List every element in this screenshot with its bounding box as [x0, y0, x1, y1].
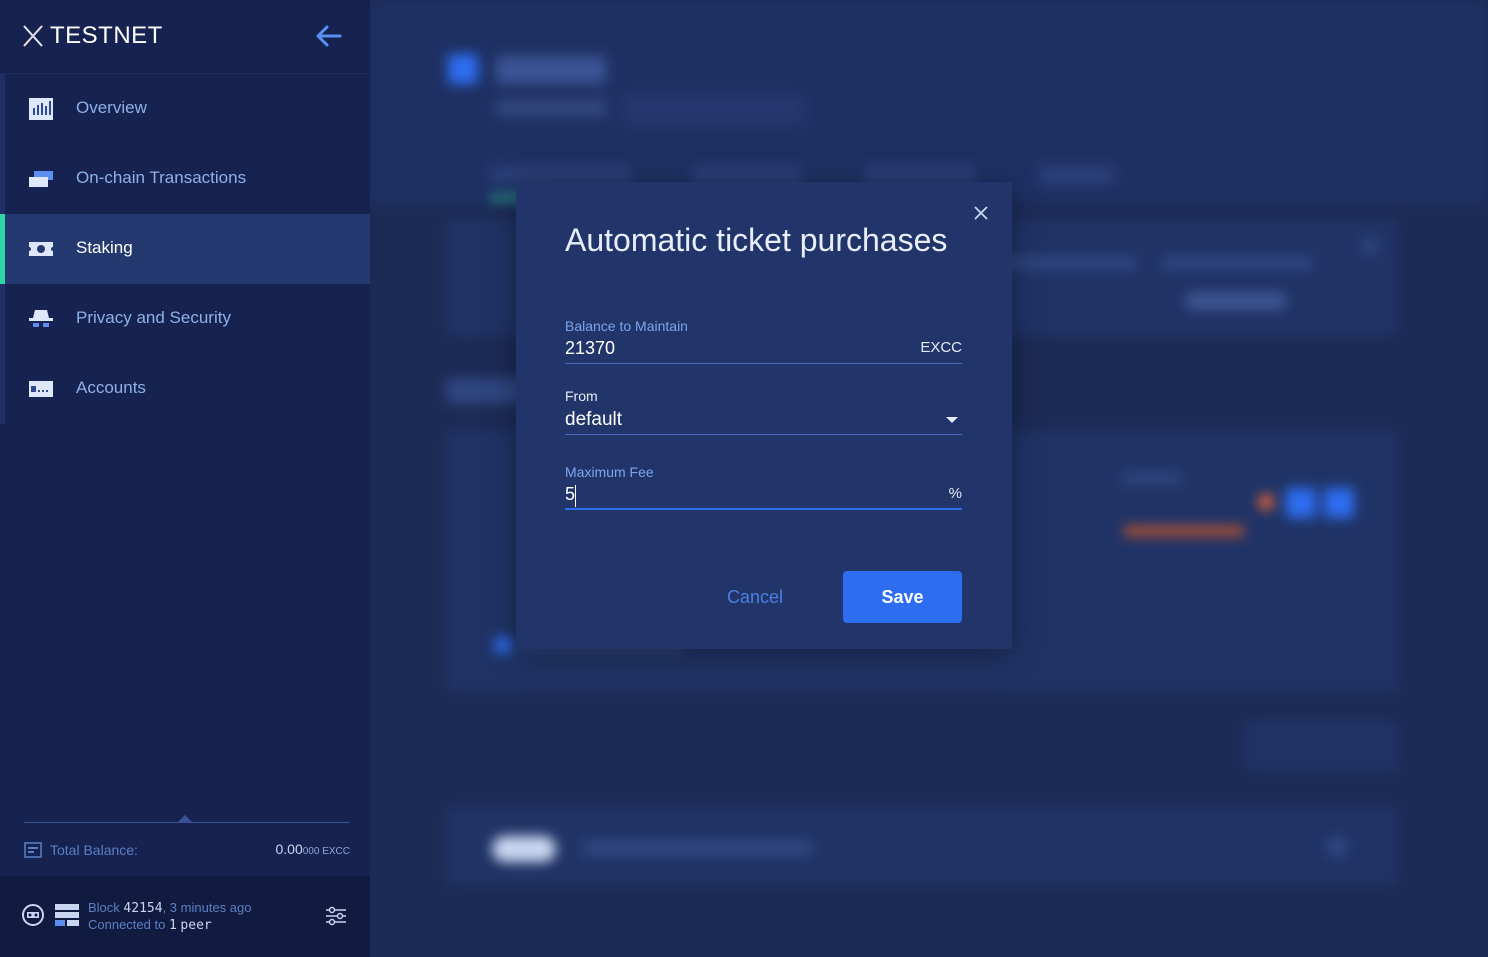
block-status: Block 42154, 3 minutes ago: [88, 900, 251, 916]
page-subtitle-placeholder: [496, 100, 606, 116]
sync-icon: [22, 904, 44, 926]
network-status-bar: Block 42154, 3 minutes ago Connected to …: [0, 876, 370, 957]
placeholder: [1162, 256, 1312, 270]
sidebar-item-overview[interactable]: Overview: [0, 74, 370, 144]
maximum-fee-label: Maximum Fee: [565, 464, 654, 480]
placeholder-button: [1244, 720, 1398, 772]
placeholder: [492, 836, 556, 862]
logo-icon: [23, 25, 43, 47]
page-header-icon: [448, 54, 478, 84]
ticket-icon: [29, 242, 53, 256]
auto-ticket-purchase-modal: Automatic ticket purchases Balance to Ma…: [516, 182, 1012, 649]
sidebar-item-transactions[interactable]: On-chain Transactions: [0, 144, 370, 214]
transactions-icon: [29, 171, 53, 187]
sidebar-item-label: On-chain Transactions: [76, 168, 247, 187]
from-account-value: default: [565, 409, 623, 430]
privacy-icon: [29, 310, 53, 327]
balance-to-maintain-label: Balance to Maintain: [565, 318, 688, 334]
from-label: From: [565, 388, 598, 404]
sidebar-item-label: Privacy and Security: [76, 308, 231, 327]
overview-icon: [29, 98, 53, 120]
blocks-icon: [55, 904, 79, 926]
sidebar-item-staking[interactable]: Staking: [0, 214, 370, 284]
connected-label: Connected to: [88, 917, 166, 932]
placeholder: [1258, 494, 1274, 510]
sidebar: TESTNET Overview On-chain Transactions S…: [0, 0, 370, 957]
placeholder: [494, 636, 512, 654]
peer-status: Connected to 1 peer: [88, 917, 212, 933]
placeholder: [1122, 472, 1182, 484]
balance-small: 000 EXCC: [302, 846, 350, 857]
sidebar-item-accounts[interactable]: Accounts: [0, 354, 370, 424]
fee-unit: %: [948, 485, 962, 502]
sidebar-item-label: Staking: [76, 238, 133, 257]
total-balance-label: Total Balance:: [50, 842, 138, 858]
page-title-placeholder: [496, 56, 606, 84]
balance-caret: [178, 815, 192, 822]
chevron-down-icon: [946, 417, 958, 423]
settings-sliders-icon[interactable]: [324, 904, 348, 928]
block-number: 42154: [123, 901, 163, 916]
sidebar-nav: Overview On-chain Transactions Staking P…: [0, 74, 370, 424]
total-balance-value: 0.00000 EXCC: [276, 841, 351, 857]
placeholder: [1324, 488, 1354, 518]
maximum-fee-input[interactable]: [565, 480, 962, 510]
ticket-price-chip: [624, 94, 804, 124]
placeholder: [1286, 488, 1316, 518]
balance-unit: EXCC: [920, 339, 962, 356]
collapse-sidebar-icon[interactable]: [314, 24, 342, 48]
peer-label: peer: [180, 918, 212, 933]
block-label: Block: [88, 900, 120, 915]
balance-divider: [24, 822, 350, 823]
balance-to-maintain-input[interactable]: [565, 334, 962, 364]
sidebar-item-label: Accounts: [76, 378, 146, 397]
accounts-icon: [29, 381, 53, 397]
auto-purchase-card: [446, 806, 1398, 886]
placeholder: [1326, 836, 1348, 858]
text-cursor: [575, 485, 576, 507]
close-icon[interactable]: [972, 204, 990, 222]
block-age: , 3 minutes ago: [162, 900, 252, 915]
save-button[interactable]: Save: [843, 571, 962, 623]
page-header: [370, 0, 1488, 205]
cancel-button[interactable]: Cancel: [705, 571, 805, 623]
placeholder: [582, 840, 812, 856]
sidebar-item-privacy[interactable]: Privacy and Security: [0, 284, 370, 354]
balance-main: 0.00: [275, 841, 303, 857]
wallet-icon: [24, 842, 42, 858]
from-account-select[interactable]: default: [565, 406, 962, 435]
app-title: TESTNET: [50, 22, 163, 49]
sidebar-item-label: Overview: [76, 98, 147, 117]
placeholder: [1186, 292, 1286, 310]
placeholder: [1006, 256, 1136, 270]
placeholder: [1362, 238, 1378, 254]
tab-placeholder: [1038, 166, 1114, 184]
modal-title: Automatic ticket purchases: [565, 222, 948, 258]
brand-header: TESTNET: [0, 0, 370, 74]
peer-count: 1: [168, 918, 177, 933]
total-balance: Total Balance: 0.00000 EXCC: [24, 838, 350, 862]
placeholder: [1124, 526, 1244, 536]
